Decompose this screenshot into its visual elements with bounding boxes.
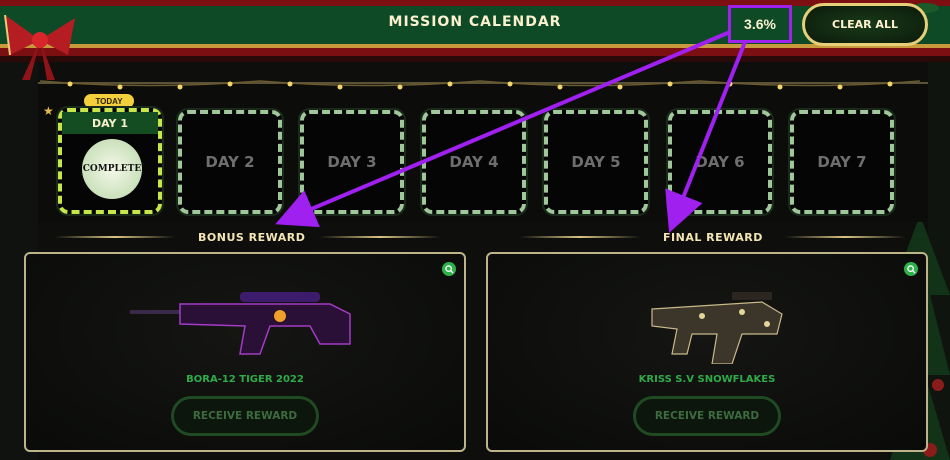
day-6-label: DAY 6 bbox=[695, 153, 745, 171]
header-stripe bbox=[0, 44, 950, 48]
day-5-label: DAY 5 bbox=[571, 153, 621, 171]
day-3-label: DAY 3 bbox=[327, 153, 377, 171]
today-badge: TODAY bbox=[84, 94, 134, 108]
day-1-card[interactable]: DAY 1 COMPLETE bbox=[56, 106, 164, 216]
final-reward-label: FINAL REWARD bbox=[663, 231, 763, 244]
smg-image bbox=[651, 292, 783, 364]
day-2-card[interactable]: DAY 2 bbox=[176, 108, 284, 216]
day-7-card[interactable]: DAY 7 bbox=[788, 108, 896, 216]
page-title: MISSION CALENDAR bbox=[388, 14, 562, 30]
divider-decoration bbox=[320, 236, 440, 238]
day-7-label: DAY 7 bbox=[817, 153, 867, 171]
sniper-rifle-image bbox=[130, 292, 351, 355]
star-icon: ★ bbox=[43, 104, 54, 118]
day-4-label: DAY 4 bbox=[449, 153, 499, 171]
bonus-reward-panel: BORA-12 TIGER 2022 RECEIVE REWARD bbox=[24, 252, 466, 452]
day-2-label: DAY 2 bbox=[205, 153, 255, 171]
clear-all-button[interactable]: CLEAR ALL bbox=[802, 3, 928, 46]
string-lights-decoration bbox=[40, 80, 920, 90]
day-1-label: DAY 1 bbox=[62, 112, 158, 134]
bonus-receive-reward-button[interactable]: RECEIVE REWARD bbox=[171, 396, 319, 436]
day-5-card[interactable]: DAY 5 bbox=[542, 108, 650, 216]
ribbon-bow-icon bbox=[4, 14, 75, 80]
day-6-card[interactable]: DAY 6 bbox=[666, 108, 774, 216]
final-reward-panel: KRISS S.V SNOWFLAKES RECEIVE REWARD bbox=[486, 252, 928, 452]
day-3-card[interactable]: DAY 3 bbox=[298, 108, 406, 216]
complete-stamp: COMPLETE bbox=[82, 139, 142, 199]
divider-decoration bbox=[55, 236, 175, 238]
bonus-reward-label: BONUS REWARD bbox=[198, 231, 306, 244]
bonus-reward-name: BORA-12 TIGER 2022 bbox=[186, 374, 304, 385]
final-receive-reward-button[interactable]: RECEIVE REWARD bbox=[633, 396, 781, 436]
day-4-card[interactable]: DAY 4 bbox=[420, 108, 528, 216]
final-reward-name: KRISS S.V SNOWFLAKES bbox=[638, 374, 776, 385]
zoom-icon[interactable] bbox=[442, 262, 456, 276]
divider-decoration bbox=[785, 236, 905, 238]
complete-label: COMPLETE bbox=[82, 164, 142, 174]
progress-percent-highlight: 3.6% bbox=[728, 5, 792, 43]
zoom-icon[interactable] bbox=[904, 262, 918, 276]
divider-decoration bbox=[520, 236, 640, 238]
